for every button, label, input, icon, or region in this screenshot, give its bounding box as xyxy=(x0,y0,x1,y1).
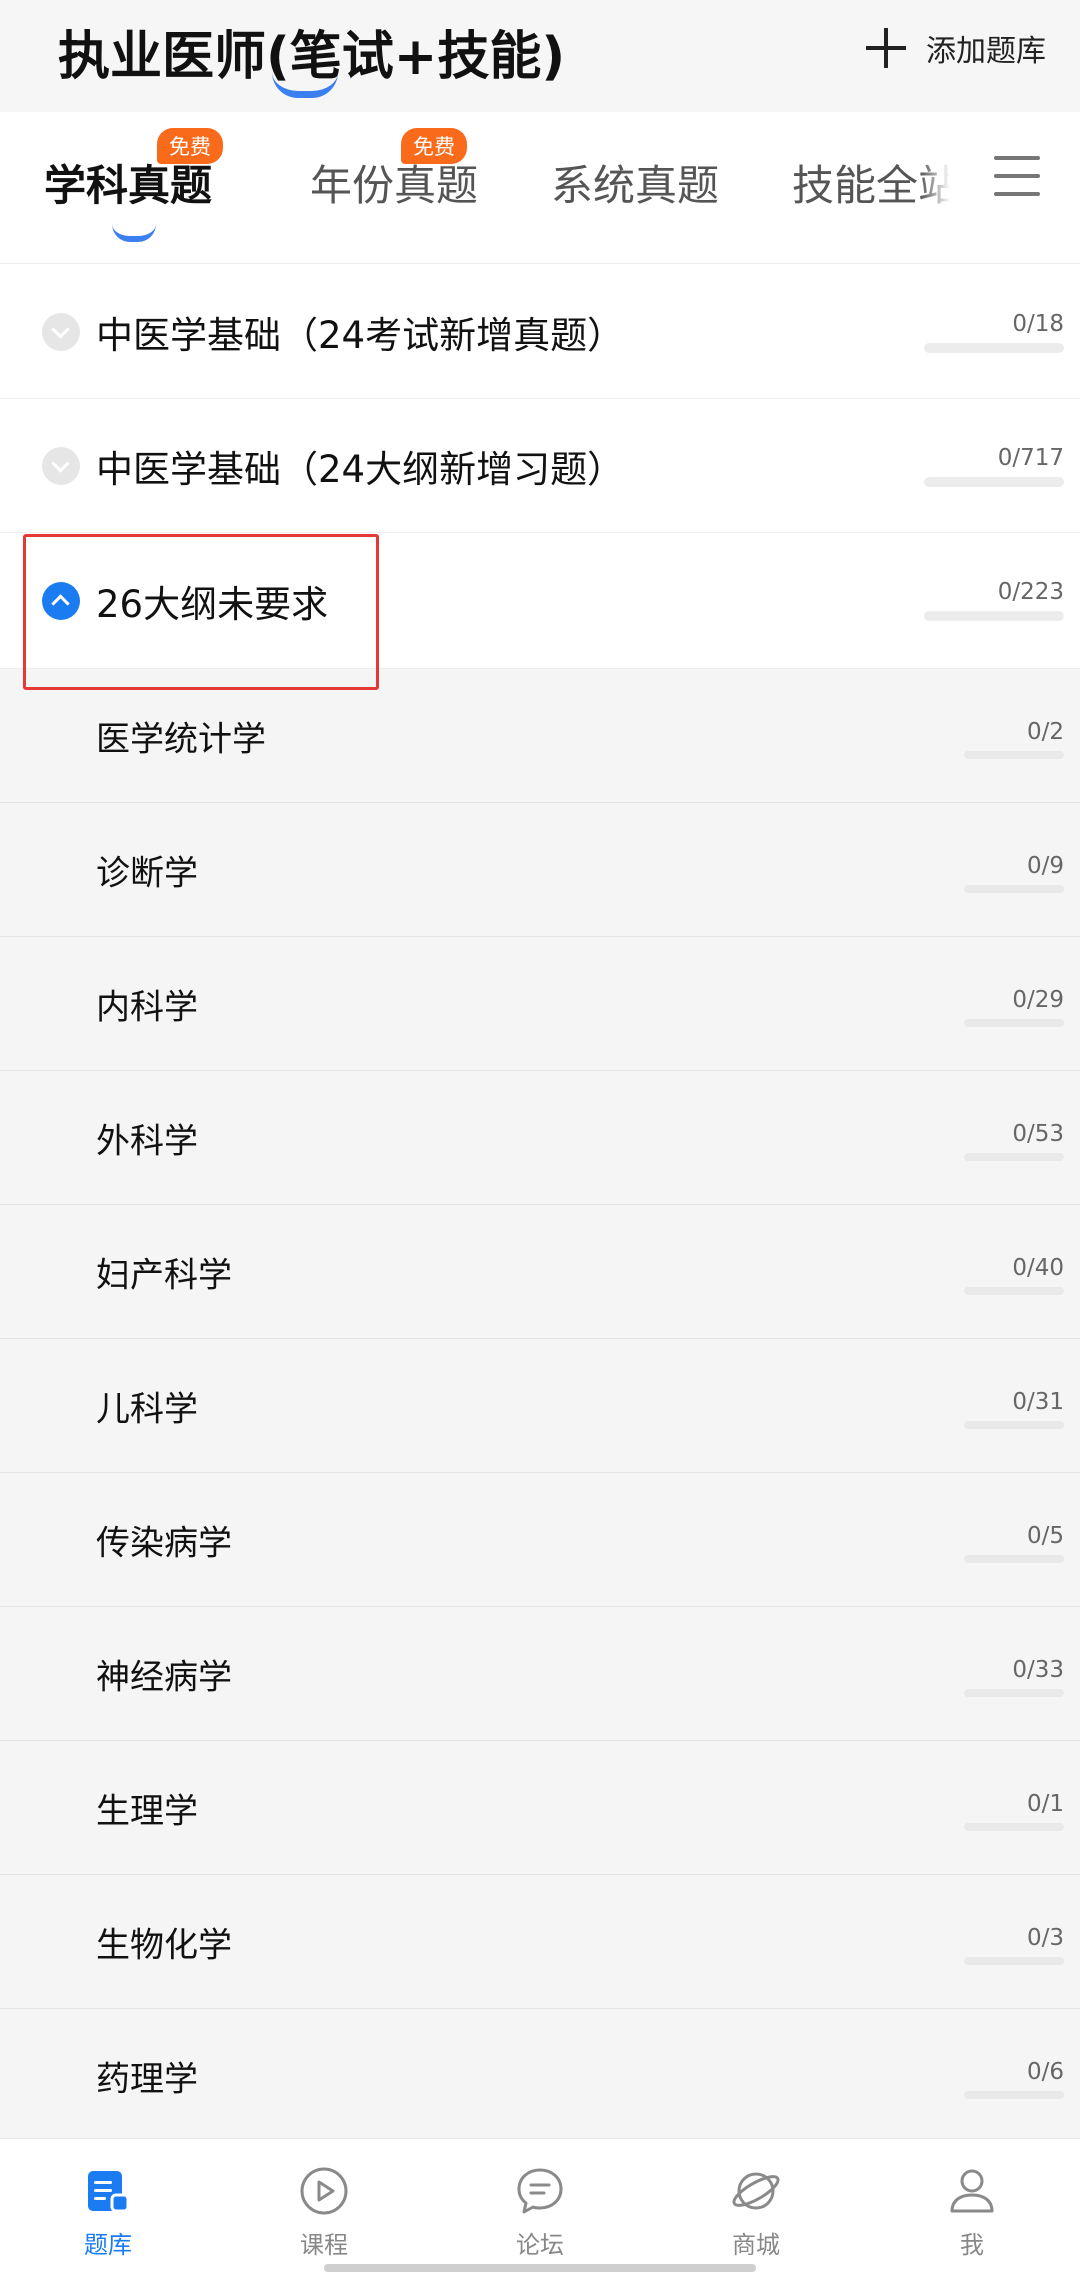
free-badge: 免费 xyxy=(157,128,223,164)
title-underline-decoration xyxy=(272,72,338,98)
subject-label: 医学统计学 xyxy=(96,719,266,759)
tab-label: 系统真题 xyxy=(551,161,720,210)
progress-bar xyxy=(964,1555,1064,1563)
progress-count: 0/223 xyxy=(997,579,1064,605)
progress-count: 0/53 xyxy=(1012,1121,1064,1147)
progress-bar xyxy=(964,1287,1064,1295)
subject-row[interactable]: 医学统计学 0/2 xyxy=(0,669,1080,803)
subject-row[interactable]: 传染病学 0/5 xyxy=(0,1473,1080,1607)
category-label: 26大纲未要求 xyxy=(96,582,329,626)
subject-row[interactable]: 诊断学 0/9 xyxy=(0,803,1080,937)
progress-count: 0/6 xyxy=(1026,2059,1064,2085)
bottom-nav: 题库 课程 论坛 商城 我 xyxy=(0,2138,1080,2277)
nav-item-courses[interactable]: 课程 xyxy=(264,2165,384,2265)
planet-icon xyxy=(732,2172,780,2210)
category-row-expanded[interactable]: 26大纲未要求 0/223 xyxy=(0,533,1080,669)
subject-row[interactable]: 儿科学 0/31 xyxy=(0,1339,1080,1473)
category-label: 中医学基础（24大纲新增习题） xyxy=(96,447,625,491)
progress-count: 0/717 xyxy=(997,445,1064,471)
progress-bar xyxy=(964,1153,1064,1161)
progress-bar xyxy=(964,1689,1064,1697)
subject-label: 妇产科学 xyxy=(96,1255,232,1295)
subject-label: 生物化学 xyxy=(96,1925,232,1965)
progress-count: 0/31 xyxy=(1012,1389,1064,1415)
active-tab-indicator xyxy=(112,224,156,242)
tab-system-exams[interactable]: 系统真题 xyxy=(551,152,719,232)
category-tabs: 免费 学科真题 免费 年份真题 系统真题 技能全站 xyxy=(0,112,1080,264)
progress-bar xyxy=(964,2091,1064,2099)
add-question-bank-button[interactable]: 添加题库 xyxy=(866,22,1046,74)
plus-icon xyxy=(866,28,906,68)
progress-count: 0/5 xyxy=(1026,1523,1064,1549)
subject-row[interactable]: 药理学 0/6 xyxy=(0,2009,1080,2143)
nav-item-me[interactable]: 我 xyxy=(912,2165,1032,2265)
chevron-down-icon[interactable] xyxy=(42,446,80,485)
subject-row[interactable]: 生理学 0/1 xyxy=(0,1741,1080,1875)
progress-count: 0/2 xyxy=(1026,719,1064,745)
person-icon xyxy=(950,2169,994,2213)
play-circle-icon xyxy=(300,2167,348,2215)
nav-label: 我 xyxy=(960,2231,984,2259)
tab-year-exams[interactable]: 免费 年份真题 xyxy=(310,128,478,232)
chat-bubble-icon xyxy=(517,2168,563,2214)
subject-label: 儿科学 xyxy=(96,1389,198,1429)
category-row[interactable]: 中医学基础（24考试新增真题） 0/18 xyxy=(0,265,1080,399)
subject-label: 神经病学 xyxy=(96,1657,232,1697)
question-bank-icon xyxy=(88,2171,130,2213)
progress-bar xyxy=(964,1823,1064,1831)
progress-bar xyxy=(924,611,1064,621)
chevron-up-icon[interactable] xyxy=(42,581,80,620)
tab-subject-exams[interactable]: 免费 学科真题 xyxy=(44,128,223,232)
subject-label: 诊断学 xyxy=(96,853,198,893)
progress-bar xyxy=(964,1421,1064,1429)
progress-count: 0/33 xyxy=(1012,1657,1064,1683)
nav-item-question-bank[interactable]: 题库 xyxy=(48,2165,168,2265)
category-row[interactable]: 中医学基础（24大纲新增习题） 0/717 xyxy=(0,399,1080,533)
add-question-bank-label: 添加题库 xyxy=(926,34,1046,69)
progress-count: 0/40 xyxy=(1012,1255,1064,1281)
progress-count: 0/1 xyxy=(1026,1791,1064,1817)
subject-row[interactable]: 神经病学 0/33 xyxy=(0,1607,1080,1741)
subject-label: 内科学 xyxy=(96,987,198,1027)
progress-bar xyxy=(964,1019,1064,1027)
home-indicator xyxy=(324,2264,756,2272)
subject-label: 传染病学 xyxy=(96,1523,232,1563)
progress-bar xyxy=(964,1957,1064,1965)
subject-row[interactable]: 妇产科学 0/40 xyxy=(0,1205,1080,1339)
progress-bar xyxy=(964,751,1064,759)
nav-label: 论坛 xyxy=(516,2231,564,2259)
question-bank-list: 中医学基础（24考试新增真题） 0/18 中医学基础（24大纲新增习题） 0/7… xyxy=(0,265,1080,2143)
category-label: 中医学基础（24考试新增真题） xyxy=(96,313,625,357)
nav-label: 课程 xyxy=(300,2231,348,2259)
nav-item-shop[interactable]: 商城 xyxy=(696,2165,816,2265)
progress-bar xyxy=(964,885,1064,893)
chevron-down-icon[interactable] xyxy=(42,312,80,351)
subject-label: 外科学 xyxy=(96,1121,198,1161)
subject-row[interactable]: 生物化学 0/3 xyxy=(0,1875,1080,2009)
nav-label: 商城 xyxy=(732,2231,780,2259)
progress-count: 0/29 xyxy=(1012,987,1064,1013)
progress-bar xyxy=(924,477,1064,487)
app-header: 执业医师(笔试+技能) 添加题库 xyxy=(0,0,1080,112)
subject-label: 生理学 xyxy=(96,1791,198,1831)
progress-bar xyxy=(924,343,1064,353)
subject-row[interactable]: 内科学 0/29 xyxy=(0,937,1080,1071)
menu-icon[interactable] xyxy=(994,156,1040,196)
progress-count: 0/18 xyxy=(1012,311,1064,337)
nav-label: 题库 xyxy=(84,2231,132,2259)
subject-label: 药理学 xyxy=(96,2059,198,2099)
free-badge: 免费 xyxy=(401,128,467,164)
progress-count: 0/3 xyxy=(1026,1925,1064,1951)
subject-row[interactable]: 外科学 0/53 xyxy=(0,1071,1080,1205)
nav-item-forum[interactable]: 论坛 xyxy=(480,2165,600,2265)
progress-count: 0/9 xyxy=(1026,853,1064,879)
